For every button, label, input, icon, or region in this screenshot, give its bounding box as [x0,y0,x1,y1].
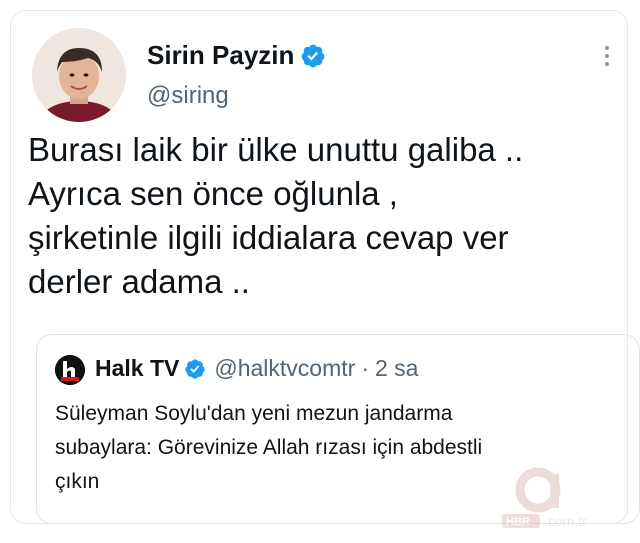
verified-badge-icon [302,44,325,67]
quoted-line: subaylara: Görevinize Allah rızası için … [55,436,483,459]
quoted-timestamp[interactable]: 2 sa [375,355,418,382]
author-handle[interactable]: @siring [147,82,229,110]
quoted-separator: · [361,355,369,381]
tweet-text: Burası laik bir ülke unuttu galiba .. Ay… [28,128,618,304]
verified-badge-icon [185,358,205,379]
author-name-row[interactable]: Sirin Payzin [147,40,326,71]
svg-text:.com.tr: .com.tr [544,513,587,529]
tweet-line: derler adama .. [28,263,250,300]
svg-text:HBR: HBR [506,516,530,528]
halktv-logo-icon[interactable] [55,355,85,385]
more-options-icon[interactable] [600,42,614,72]
quoted-name[interactable]: Halk TV [95,355,179,382]
author-name[interactable]: Sirin Payzin [147,40,294,71]
quoted-handle[interactable]: @halktvcomtr [214,355,355,382]
hbr-watermark: HBR .com.tr [500,462,640,538]
quoted-header: Halk TV @halktvcomtr · 2 sa [95,355,418,382]
avatar[interactable] [32,28,126,122]
tweet-line: Ayrıca sen önce oğlunla , [28,175,398,212]
tweet-line: şirketinle ilgili iddialara cevap ver [28,219,509,256]
tweet-line: Burası laik bir ülke unuttu galiba .. [28,131,524,168]
quoted-line: Süleyman Soylu'dan yeni mezun jandarma [55,402,453,425]
